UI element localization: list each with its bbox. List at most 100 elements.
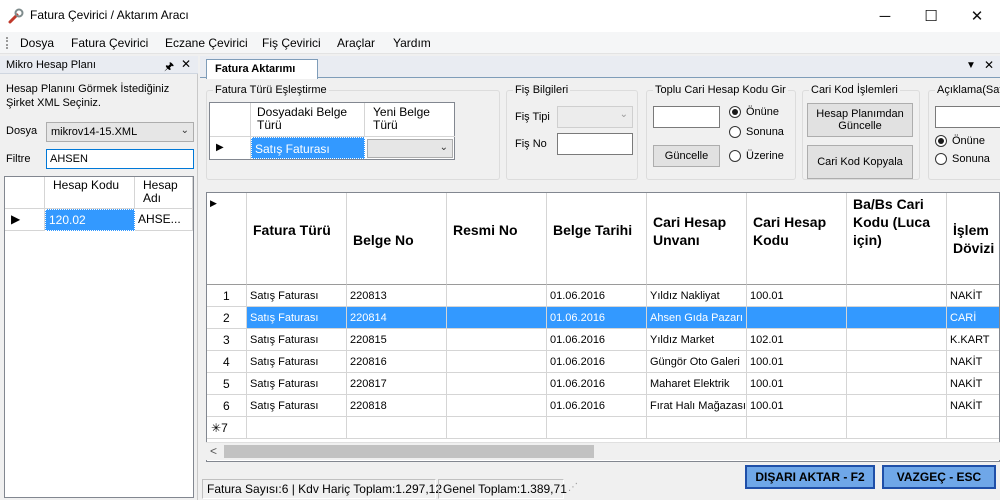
menu-yardim[interactable]: Yardım bbox=[393, 36, 431, 50]
cell-fatura-turu[interactable]: Satış Faturası bbox=[247, 395, 347, 417]
aciklama-input[interactable] bbox=[935, 106, 1000, 128]
menu-araclar[interactable]: Araçlar bbox=[337, 36, 375, 50]
col-header-babs-cari-kodu[interactable]: Ba/Bs Cari Kodu (Luca için) bbox=[847, 193, 947, 285]
radio-sonuna[interactable]: Sonuna bbox=[729, 126, 784, 138]
col-header-hesap-kodu[interactable]: Hesap Kodu bbox=[45, 177, 135, 209]
cell-resmi-no[interactable] bbox=[447, 373, 547, 395]
new-row-cell[interactable] bbox=[547, 417, 647, 439]
cari-kod-kopyala-button[interactable]: Cari Kod Kopyala bbox=[807, 145, 913, 179]
new-row-cell[interactable] bbox=[347, 417, 447, 439]
cell-islem-dovizi[interactable]: NAKİT bbox=[947, 395, 999, 417]
row-number[interactable]: 3 bbox=[207, 329, 247, 351]
cell-fatura-turu[interactable]: Satış Faturası bbox=[247, 351, 347, 373]
new-row-cell[interactable] bbox=[947, 417, 999, 439]
mapping-col-dosyadaki[interactable]: Dosyadaki Belge Türü bbox=[251, 103, 365, 137]
new-row-cell[interactable] bbox=[647, 417, 747, 439]
cell-belge-no[interactable]: 220814 bbox=[347, 307, 447, 329]
cell-belge-tarihi[interactable]: 01.06.2016 bbox=[547, 307, 647, 329]
cell-resmi-no[interactable] bbox=[447, 307, 547, 329]
cell-cari-unvan[interactable]: Maharet Elektrik bbox=[647, 373, 747, 395]
hesap-planimdan-guncelle-button[interactable]: Hesap Planımdan Güncelle bbox=[807, 103, 913, 137]
minimize-button[interactable]: ─ bbox=[862, 0, 908, 32]
col-header-fatura-turu[interactable]: Fatura Türü bbox=[247, 193, 347, 285]
row-number[interactable]: 4 bbox=[207, 351, 247, 373]
col-header-islem-dovizi[interactable]: İşlem Dövizi bbox=[947, 193, 999, 285]
cell-fatura-turu[interactable]: Satış Faturası bbox=[247, 307, 347, 329]
cell-cari-unvan[interactable]: Yıldız Nakliyat bbox=[647, 285, 747, 307]
col-header-cari-hesap-kodu[interactable]: Cari Hesap Kodu bbox=[747, 193, 847, 285]
guncelle-button[interactable]: Güncelle bbox=[653, 145, 720, 167]
cell-babs-kod[interactable] bbox=[847, 395, 947, 417]
radio-uzerine[interactable]: Üzerine bbox=[729, 150, 784, 162]
cell-islem-dovizi[interactable]: NAKİT bbox=[947, 285, 999, 307]
cell-fatura-turu[interactable]: Satış Faturası bbox=[247, 285, 347, 307]
cell-islem-dovizi[interactable]: CARİ bbox=[947, 307, 999, 329]
disari-aktar-button[interactable]: DIŞARI AKTAR - F2 bbox=[745, 465, 875, 489]
row-number[interactable]: 1 bbox=[207, 285, 247, 307]
col-header-resmi-no[interactable]: Resmi No bbox=[447, 193, 547, 285]
cell-belge-no[interactable]: 220813 bbox=[347, 285, 447, 307]
menu-dosya[interactable]: Dosya bbox=[20, 36, 54, 50]
scroll-left-icon[interactable]: < bbox=[210, 444, 217, 458]
new-row-cell[interactable] bbox=[247, 417, 347, 439]
cell-cari-kod[interactable] bbox=[747, 307, 847, 329]
fis-tipi-select[interactable]: ⌄ bbox=[557, 106, 633, 128]
radio-onune[interactable]: Önüne bbox=[729, 106, 779, 118]
cell-babs-kod[interactable] bbox=[847, 373, 947, 395]
cell-belge-tarihi[interactable]: 01.06.2016 bbox=[547, 395, 647, 417]
dosya-select[interactable]: mikrov14-15.XML ⌄ bbox=[46, 122, 194, 142]
new-row-cell[interactable] bbox=[447, 417, 547, 439]
cell-resmi-no[interactable] bbox=[447, 329, 547, 351]
menu-fis-cevirici[interactable]: Fiş Çevirici bbox=[262, 36, 321, 50]
hesap-adi-cell[interactable]: AHSE... bbox=[135, 209, 193, 231]
cell-belge-tarihi[interactable]: 01.06.2016 bbox=[547, 329, 647, 351]
cell-cari-unvan[interactable]: Fırat Halı Mağazası bbox=[647, 395, 747, 417]
cell-cari-kod[interactable]: 100.01 bbox=[747, 373, 847, 395]
hesap-kodu-cell[interactable]: 120.02 bbox=[45, 209, 135, 231]
row-number[interactable]: 2 bbox=[207, 307, 247, 329]
cell-cari-kod[interactable]: 100.01 bbox=[747, 395, 847, 417]
horizontal-scrollbar[interactable]: < bbox=[206, 442, 1000, 460]
new-row-header[interactable]: ✳7 bbox=[207, 417, 247, 439]
filtre-input[interactable]: AHSEN bbox=[46, 149, 194, 169]
cell-belge-no[interactable]: 220816 bbox=[347, 351, 447, 373]
tab-close-icon[interactable]: ✕ bbox=[984, 58, 994, 72]
cell-babs-kod[interactable] bbox=[847, 329, 947, 351]
pin-icon[interactable]: 🖈 bbox=[164, 58, 174, 77]
cell-cari-kod[interactable]: 100.01 bbox=[747, 351, 847, 373]
cell-islem-dovizi[interactable]: K.KART bbox=[947, 329, 999, 351]
cell-belge-tarihi[interactable]: 01.06.2016 bbox=[547, 373, 647, 395]
cell-belge-no[interactable]: 220817 bbox=[347, 373, 447, 395]
cell-cari-unvan[interactable]: Güngör Oto Galeri bbox=[647, 351, 747, 373]
col-header-hesap-adi[interactable]: Hesap Adı bbox=[135, 177, 193, 209]
cell-fatura-turu[interactable]: Satış Faturası bbox=[247, 329, 347, 351]
tab-list-dropdown-icon[interactable]: ▼ bbox=[966, 60, 976, 71]
row-number[interactable]: 5 bbox=[207, 373, 247, 395]
col-header-belge-no[interactable]: Belge No bbox=[347, 193, 447, 285]
tab-fatura-aktarimi[interactable]: Fatura Aktarımı bbox=[206, 59, 318, 79]
cell-belge-no[interactable]: 220815 bbox=[347, 329, 447, 351]
maximize-button[interactable]: ☐ bbox=[908, 0, 954, 32]
mapping-yeni-select[interactable]: ⌄ bbox=[367, 139, 453, 158]
cell-cari-unvan[interactable]: Yıldız Market bbox=[647, 329, 747, 351]
scroll-thumb[interactable] bbox=[224, 445, 594, 458]
cell-islem-dovizi[interactable]: NAKİT bbox=[947, 373, 999, 395]
cell-belge-tarihi[interactable]: 01.06.2016 bbox=[547, 351, 647, 373]
row-number[interactable]: 6 bbox=[207, 395, 247, 417]
menu-fatura-cevirici[interactable]: Fatura Çevirici bbox=[71, 36, 148, 50]
cell-babs-kod[interactable] bbox=[847, 285, 947, 307]
mapping-dosyadaki-cell[interactable]: Satış Faturası bbox=[251, 137, 365, 159]
fis-no-input[interactable] bbox=[557, 133, 633, 155]
col-header-cari-hesap-unvani[interactable]: Cari Hesap Unvanı bbox=[647, 193, 747, 285]
menu-eczane-cevirici[interactable]: Eczane Çevirici bbox=[165, 36, 248, 50]
cell-belge-no[interactable]: 220818 bbox=[347, 395, 447, 417]
aciklama-radio-onune[interactable]: Önüne bbox=[935, 135, 985, 147]
panel-close-icon[interactable]: ✕ bbox=[181, 57, 191, 71]
cell-babs-kod[interactable] bbox=[847, 307, 947, 329]
new-row-cell[interactable] bbox=[747, 417, 847, 439]
aciklama-radio-sonuna[interactable]: Sonuna bbox=[935, 153, 990, 165]
cell-cari-kod[interactable]: 100.01 bbox=[747, 285, 847, 307]
cell-belge-tarihi[interactable]: 01.06.2016 bbox=[547, 285, 647, 307]
mapping-col-yeni[interactable]: Yeni Belge Türü bbox=[365, 103, 455, 137]
cell-resmi-no[interactable] bbox=[447, 285, 547, 307]
